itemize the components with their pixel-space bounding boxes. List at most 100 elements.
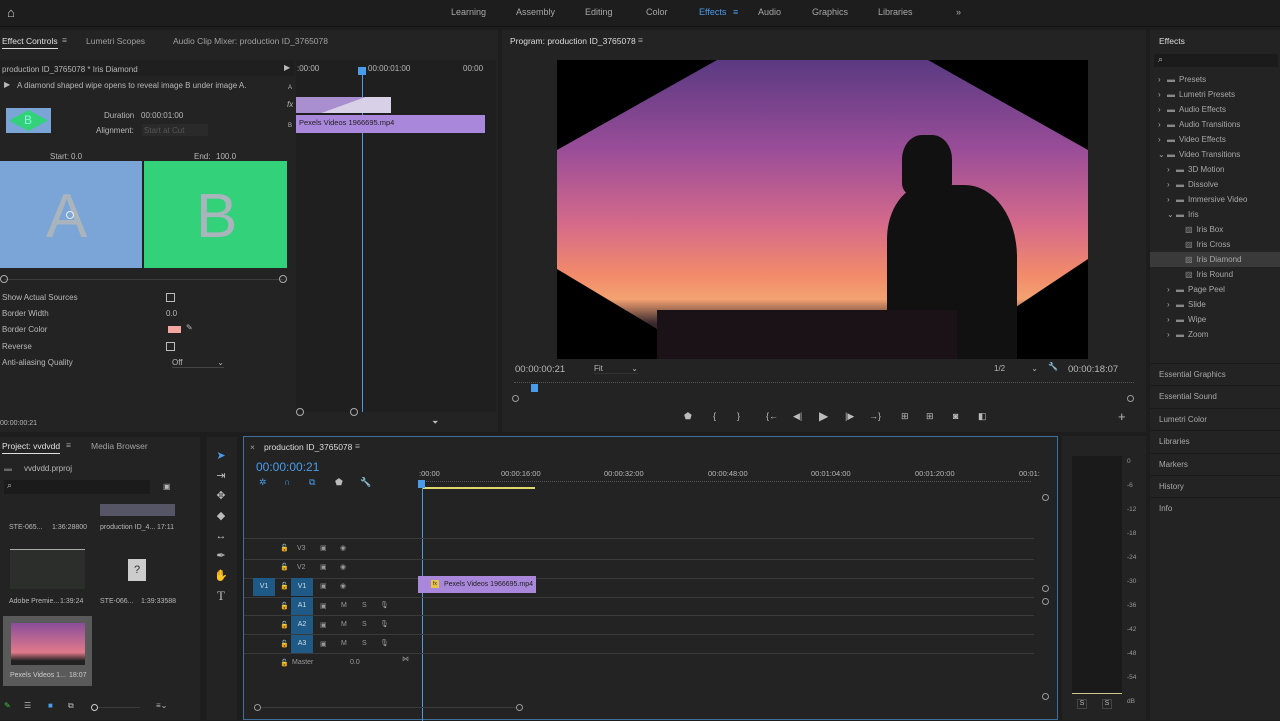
- side-panel-tab[interactable]: Lumetri Color: [1150, 407, 1280, 430]
- item-name[interactable]: STE-065...: [9, 524, 42, 531]
- panel-menu-icon[interactable]: ≡: [62, 35, 67, 45]
- chevron-right-icon[interactable]: ›: [1158, 117, 1167, 132]
- effects-item[interactable]: › ▬ Zoom: [1150, 327, 1280, 342]
- chevron-right-icon[interactable]: ›: [1167, 162, 1176, 177]
- timeline-settings-icon[interactable]: 🔧: [360, 477, 371, 488]
- pen-tool-icon[interactable]: ✒: [214, 549, 228, 563]
- effects-item[interactable]: › ▬ Wipe: [1150, 312, 1280, 327]
- track-label-a2[interactable]: A2: [291, 616, 313, 634]
- mark-out-icon[interactable]: }: [737, 411, 740, 421]
- h-scroll-left[interactable]: [254, 704, 261, 711]
- chevron-right-icon[interactable]: ›: [1158, 87, 1167, 102]
- workspace-editing[interactable]: Editing: [585, 7, 613, 17]
- chevron-right-icon[interactable]: ›: [1167, 327, 1176, 342]
- add-marker-icon[interactable]: ⬟: [335, 477, 343, 488]
- master-volume[interactable]: 0.0: [350, 659, 360, 666]
- end-value[interactable]: 100.0: [216, 152, 236, 161]
- antialiasing-select[interactable]: Off ⌄: [172, 358, 224, 368]
- settings-wrench-icon[interactable]: 🔧: [1048, 362, 1058, 371]
- a-scroll-handle[interactable]: [1042, 598, 1049, 605]
- sync-lock-icon[interactable]: ▣: [320, 602, 327, 610]
- lock-icon[interactable]: 🔓: [280, 582, 289, 590]
- project-menu-icon[interactable]: ≡: [66, 440, 71, 450]
- microphone-icon[interactable]: 🎙: [380, 620, 389, 628]
- thumb-production[interactable]: [100, 504, 175, 516]
- track-label-v3[interactable]: V3: [297, 545, 306, 552]
- sync-lock-icon[interactable]: ▣: [320, 621, 327, 629]
- source-patch-v1[interactable]: V1: [253, 578, 275, 596]
- mark-in-icon[interactable]: {: [713, 411, 716, 421]
- effects-item[interactable]: ⌄ ▬ Iris: [1150, 207, 1280, 222]
- track-select-tool-icon[interactable]: ⇥: [214, 469, 228, 483]
- list-view-icon[interactable]: ☰: [24, 701, 31, 710]
- lock-icon[interactable]: 🔓: [280, 621, 289, 629]
- effects-item[interactable]: › ▬ Video Effects: [1150, 132, 1280, 147]
- lift-icon[interactable]: ⊞: [901, 411, 909, 422]
- sync-lock-icon[interactable]: ▣: [320, 640, 327, 648]
- effects-item[interactable]: › ▬ Presets: [1150, 72, 1280, 87]
- chevron-right-icon[interactable]: ›: [1158, 132, 1167, 147]
- resolution-select[interactable]: 1/2 ⌄: [994, 364, 1038, 373]
- slider-end-handle[interactable]: [279, 275, 287, 283]
- program-playhead[interactable]: [531, 384, 538, 392]
- tab-project[interactable]: Project: vvdvdd: [2, 441, 61, 454]
- export-frame-icon[interactable]: ◙: [953, 411, 958, 421]
- border-color-swatch[interactable]: [168, 326, 181, 333]
- effects-item[interactable]: ▨ Iris Round: [1150, 267, 1280, 282]
- add-marker-icon[interactable]: ⬟: [684, 411, 692, 422]
- side-panel-tab[interactable]: Info: [1150, 497, 1280, 519]
- timeline-clip[interactable]: Pexels Videos 1966695.mp4 fx: [418, 576, 536, 593]
- effects-item[interactable]: ▨ Iris Cross: [1150, 237, 1280, 252]
- freeform-view-icon[interactable]: ⧉: [68, 701, 74, 711]
- solo-button[interactable]: S: [362, 640, 367, 647]
- eye-icon[interactable]: ◉: [340, 563, 346, 571]
- chevron-right-icon[interactable]: ›: [1158, 102, 1167, 117]
- razor-tool-icon[interactable]: ◆: [214, 509, 228, 523]
- sync-lock-icon[interactable]: ▣: [320, 544, 327, 552]
- alignment-select[interactable]: Start at Cut: [142, 124, 208, 136]
- effects-item[interactable]: › ▬ Audio Transitions: [1150, 117, 1280, 132]
- filter-icon[interactable]: ⏷: [432, 418, 438, 428]
- linked-selection-icon[interactable]: ⧉: [309, 477, 315, 488]
- home-icon[interactable]: ⌂: [7, 5, 15, 20]
- duration-value[interactable]: 00:00:01:00: [141, 111, 183, 120]
- effects-item[interactable]: ▨ Iris Diamond: [1150, 252, 1280, 267]
- chevron-right-icon[interactable]: ›: [1167, 192, 1176, 207]
- hand-tool-icon[interactable]: ✋: [214, 569, 228, 583]
- go-to-out-icon[interactable]: →}: [869, 411, 881, 421]
- sync-lock-icon[interactable]: ▣: [320, 563, 327, 571]
- effects-item[interactable]: › ▬ Page Peel: [1150, 282, 1280, 297]
- program-menu-icon[interactable]: ≡: [638, 35, 643, 45]
- comparison-view-icon[interactable]: ◧: [978, 411, 987, 422]
- program-zoom-right[interactable]: [1127, 395, 1134, 402]
- start-value[interactable]: 0.0: [71, 152, 82, 161]
- v-scroll-handle[interactable]: [1042, 585, 1049, 592]
- extract-icon[interactable]: ⊞: [926, 411, 934, 422]
- side-panel-tab[interactable]: History: [1150, 474, 1280, 497]
- program-ruler[interactable]: [514, 382, 1134, 391]
- show-timeline-icon[interactable]: ▶: [284, 63, 290, 72]
- type-tool-icon[interactable]: T: [214, 589, 228, 603]
- lock-icon[interactable]: 🔓: [280, 602, 289, 610]
- selection-tool-icon[interactable]: ➤: [214, 449, 228, 463]
- play-icon[interactable]: ▶: [819, 409, 828, 423]
- item-name[interactable]: production ID_4...: [100, 524, 155, 531]
- solo-left-button[interactable]: S: [1077, 699, 1087, 709]
- sort-icon[interactable]: ≡⌄: [156, 701, 167, 710]
- play-preview-icon[interactable]: ▶: [4, 80, 10, 89]
- v-scroll-handle[interactable]: [1042, 494, 1049, 501]
- sync-lock-icon[interactable]: ▣: [320, 582, 327, 590]
- workspace-effects[interactable]: Effects: [699, 7, 726, 17]
- side-panel-tab[interactable]: Markers: [1150, 452, 1280, 475]
- program-timecode[interactable]: 00:00:00:21: [515, 364, 565, 375]
- lock-icon[interactable]: 🔓: [280, 563, 289, 571]
- go-to-in-icon[interactable]: {←: [766, 411, 778, 421]
- chevron-right-icon[interactable]: ›: [1167, 177, 1176, 192]
- go-to-end-icon[interactable]: ⋈: [402, 655, 409, 663]
- effects-item[interactable]: › ▬ Audio Effects: [1150, 102, 1280, 117]
- eye-icon[interactable]: ◉: [340, 544, 346, 552]
- effects-search-input[interactable]: ⌕: [1154, 54, 1278, 67]
- ec-timecode[interactable]: 00:00:00:21: [0, 420, 37, 427]
- zoom-slider[interactable]: [91, 704, 98, 711]
- solo-right-button[interactable]: S: [1102, 699, 1112, 709]
